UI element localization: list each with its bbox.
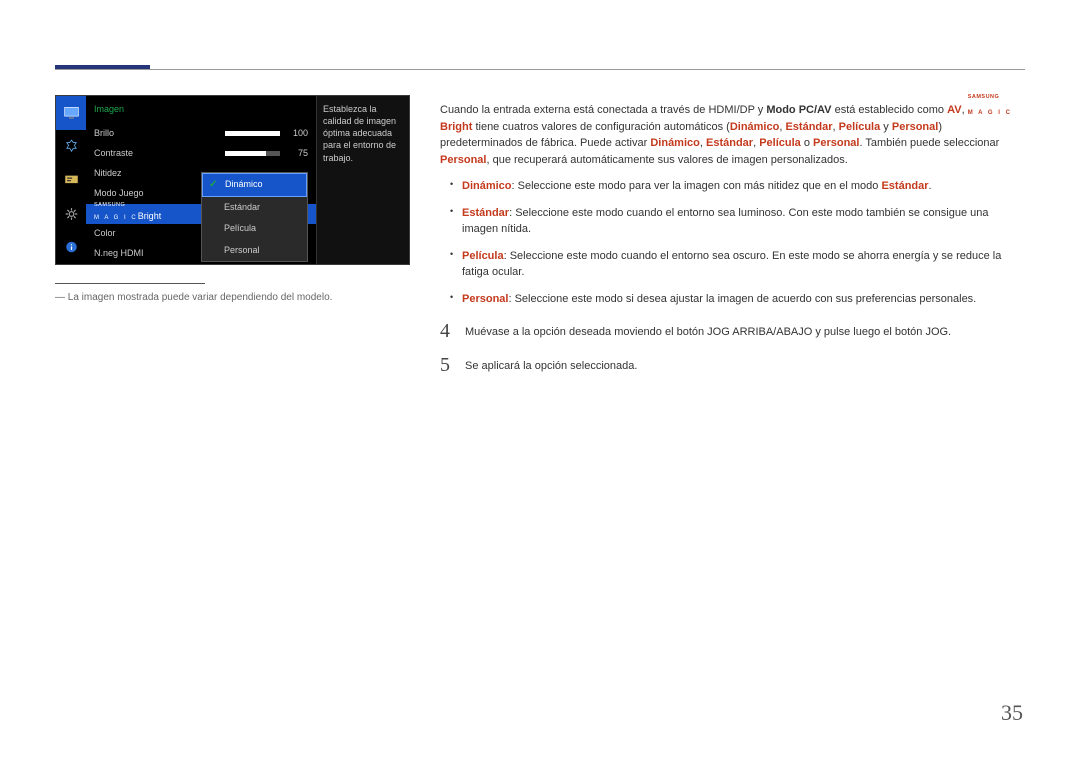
osd-value: 100 [286,127,308,141]
magic-top: SAMSUNG [968,95,1000,101]
osd-label: Contraste [94,147,225,161]
text-highlight: Película [839,121,881,133]
submenu-personal[interactable]: Personal [202,240,307,262]
bullet-text: : Seleccione este modo cuando el entorno… [462,250,1001,279]
bullet-personal: Personal: Seleccione este modo si desea … [440,291,1025,308]
nav-info-icon[interactable] [56,230,86,264]
text-highlight: Estándar [706,137,753,149]
osd-label: Brillo [94,127,225,141]
osd-row-brillo[interactable]: Brillo 100 [86,124,316,144]
footnote-separator [55,283,205,284]
osd-value: 75 [286,147,308,161]
bullet-text: : Seleccione este modo cuando el entorno… [462,207,989,236]
magic-bottom: M A G I C [94,215,138,221]
bullet-label: Película [462,250,504,262]
page-number: 35 [1001,696,1023,729]
text-highlight: Dinámico [730,121,780,133]
step-text: Muévase a la opción deseada moviendo el … [465,321,951,341]
text-highlight: Película [759,137,801,149]
left-column: Imagen Brillo 100 Contraste 75 Nitidez M… [55,95,410,375]
osd-row-contraste[interactable]: Contraste 75 [86,144,316,164]
magic-suffix: Bright [440,121,472,133]
step-number: 4 [440,321,465,341]
step-number: 5 [440,355,465,375]
text: tiene cuatros valores de configuración a… [472,121,729,133]
text: , que recuperará automáticamente sus val… [486,154,847,166]
osd-title: Imagen [86,101,316,124]
nav-display-icon[interactable] [56,163,86,197]
step-4: 4 Muévase a la opción deseada moviendo e… [440,321,1025,341]
mode-bullets: Dinámico: Seleccione este modo para ver … [440,178,1025,307]
text-bold: Modo PC/AV [766,104,831,116]
magic-suffix: Bright [138,211,162,221]
magic-bottom: M A G I C [968,110,1012,116]
header-rule [55,69,1025,70]
text-highlight: Estándar [785,121,832,133]
bullet-estandar: Estándar: Seleccione este modo cuando el… [440,205,1025,238]
text-highlight: Estándar [881,180,928,192]
text-highlight: Dinámico [650,137,700,149]
text-highlight: Personal [813,137,859,149]
footnote-text: La imagen mostrada puede variar dependie… [55,290,410,305]
bullet-text: : Seleccione este modo para ver la image… [512,180,882,192]
bullet-label: Dinámico [462,180,512,192]
step-text: Se aplicará la opción seleccionada. [465,355,637,375]
bullet-label: Personal [462,293,508,305]
bullet-dinamico: Dinámico: Seleccione este modo para ver … [440,178,1025,195]
submenu-pelicula[interactable]: Película [202,218,307,240]
osd-nav [56,96,86,264]
nav-gear-icon[interactable] [56,197,86,231]
magic-top: SAMSUNG [94,203,125,209]
bullet-label: Estándar [462,207,509,219]
text: . [929,180,932,192]
text: . También puede seleccionar [859,137,999,149]
bullet-pelicula: Película: Seleccione este modo cuando el… [440,248,1025,281]
step-5: 5 Se aplicará la opción seleccionada. [440,355,1025,375]
osd-list: Imagen Brillo 100 Contraste 75 Nitidez M… [86,96,316,264]
text: Cuando la entrada externa está conectada… [440,104,766,116]
slider-bar [225,131,280,136]
nav-picture-icon[interactable] [56,96,86,130]
text-highlight: Personal [892,121,938,133]
intro-paragraph: Cuando la entrada externa está conectada… [440,95,1025,168]
text-highlight: Personal [440,154,486,166]
text: está establecido como [832,104,948,116]
osd-menu: Imagen Brillo 100 Contraste 75 Nitidez M… [55,95,410,265]
bullet-text: : Seleccione este modo si desea ajustar … [508,293,976,305]
osd-description: Establezca la calidad de imagen óptima a… [316,96,409,264]
text-highlight: AV [947,104,961,116]
submenu-estandar[interactable]: Estándar [202,197,307,219]
text: y [880,121,892,133]
content: Imagen Brillo 100 Contraste 75 Nitidez M… [55,95,1025,375]
nav-settings-icon[interactable] [56,130,86,164]
osd-submenu: Dinámico Estándar Película Personal [201,172,308,262]
right-column: Cuando la entrada externa está conectada… [440,95,1025,375]
text: o [801,137,813,149]
submenu-dinamico[interactable]: Dinámico [202,173,307,197]
slider-bar [225,151,280,156]
